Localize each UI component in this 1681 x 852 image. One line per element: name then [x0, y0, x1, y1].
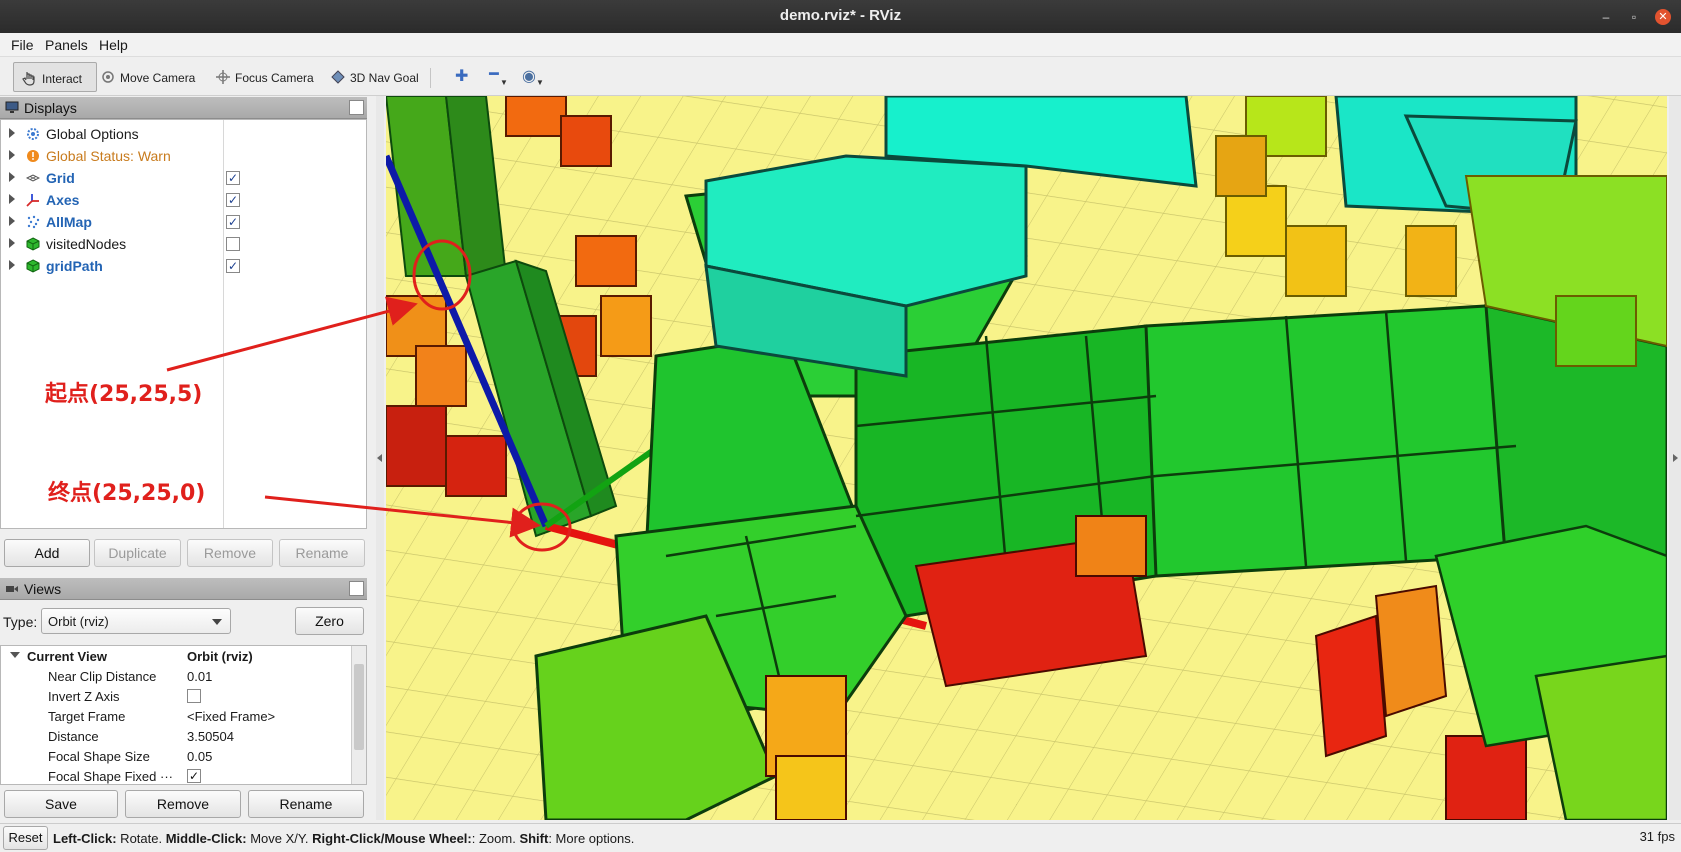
annotation-arrows: [166, 296, 541, 538]
start-arrow: [166, 296, 418, 372]
status-bar: Reset Left-Click: Rotate. Middle-Click: …: [0, 823, 1681, 852]
end-arrow: [264, 495, 541, 538]
fps-counter: 31 fps: [1639, 829, 1675, 844]
status-message: Left-Click: Rotate. Middle-Click: Move X…: [53, 831, 635, 846]
reset-button[interactable]: Reset: [3, 826, 48, 850]
